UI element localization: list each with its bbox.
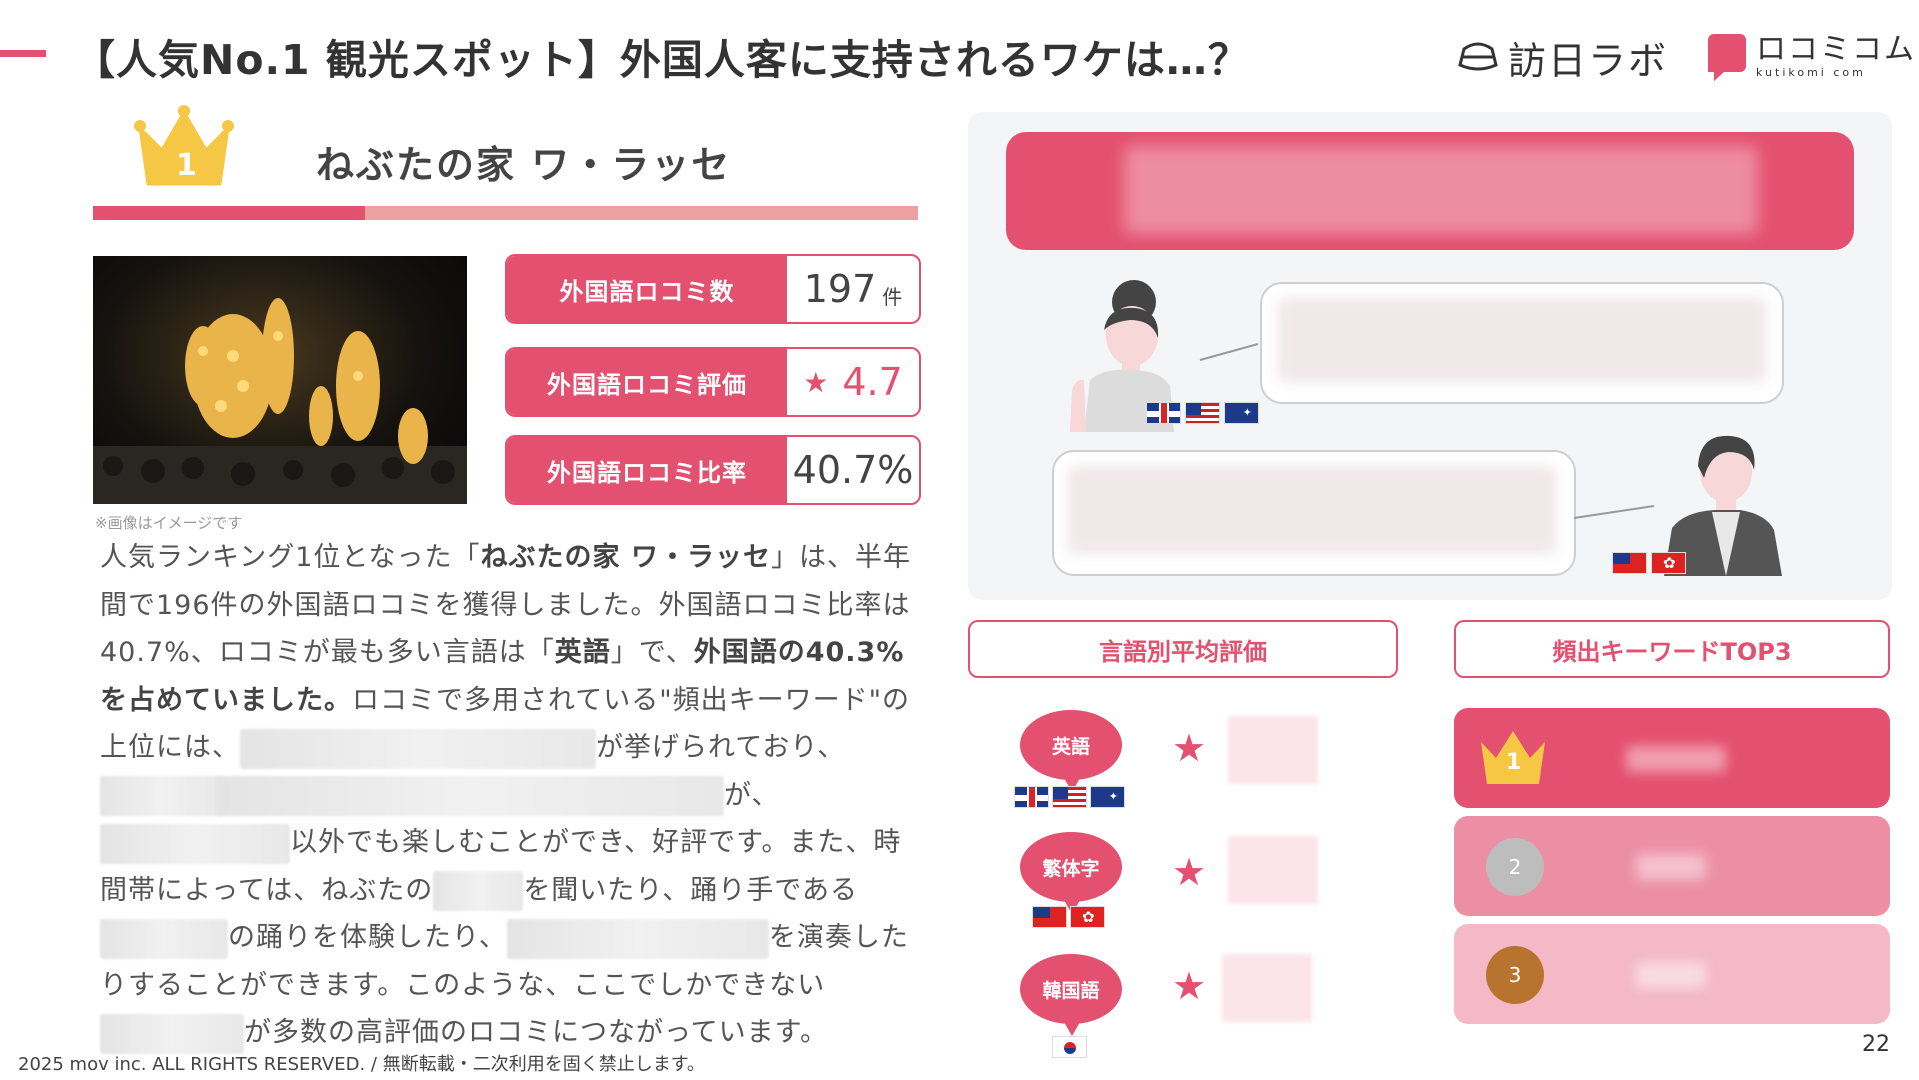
body-text-segment: が挙げられており、: [596, 732, 846, 763]
photo-caption: ※画像はイメージです: [95, 514, 243, 532]
stat-value: 40.7%: [787, 437, 919, 503]
body-text-segment: を聞いたり、踊り手である: [523, 874, 858, 906]
keywords-header: 頻出キーワードTOP3: [1454, 620, 1890, 678]
lang-name: 繁体字: [1042, 857, 1100, 880]
au-flag-icon: [1224, 402, 1259, 424]
kutikomi-com-logo: ロコミコム kutikomi com: [1708, 32, 1916, 81]
lang-bubble-korean: 韓国語: [1020, 954, 1122, 1036]
review-count-unit: 件: [882, 284, 903, 309]
body-text-segment: が多数の高評価のロコミにつながっています。: [244, 1017, 828, 1048]
redacted-text: [433, 871, 524, 911]
silver-medal-icon: 2: [1486, 838, 1544, 896]
crown-icon: 1: [132, 104, 236, 190]
lang-name: 韓国語: [1042, 979, 1100, 1002]
keyword-card-2: 2: [1454, 816, 1890, 916]
stat-value: ★ 4.7: [787, 349, 919, 415]
redacted-text: [100, 823, 290, 864]
flags-english: [1014, 786, 1125, 808]
redacted-banner-text: [1124, 146, 1758, 234]
stat-review-rating: 外国語ロコミ評価 ★ 4.7: [505, 347, 921, 417]
flags-group-english: [1146, 402, 1259, 424]
page-title: 【人気No.1 観光スポット】外国人客に支持されるワケは…？: [74, 36, 1250, 84]
speech-connector: [1199, 343, 1259, 361]
redacted-text: [240, 728, 596, 769]
logo-emblem-icon: [1458, 42, 1498, 71]
uk-flag-icon: [1014, 786, 1049, 808]
star-icon: ★: [1172, 964, 1207, 1008]
flags-group-chinese: [1612, 552, 1686, 574]
redacted-text: [100, 918, 228, 959]
hk-flag-icon: [1651, 552, 1686, 574]
review-count-value: 197: [803, 267, 877, 311]
star-icon: ★: [1172, 726, 1207, 770]
keyword-rank: 2: [1508, 855, 1522, 879]
speech-bubble-icon: [1708, 34, 1746, 81]
us-flag-icon: [1185, 402, 1220, 424]
redacted-keyword: [1636, 962, 1706, 988]
tw-flag-icon: [1032, 906, 1067, 928]
tw-flag-icon: [1612, 552, 1647, 574]
flags-traditional-chinese: [1032, 906, 1105, 928]
lang-bubble-traditional-chinese: 繁体字: [1020, 832, 1122, 914]
rank-underline-accent: [93, 206, 365, 220]
title-accent-bar: [0, 50, 46, 57]
keyword-rank: 3: [1508, 963, 1522, 987]
redacted-text: [100, 776, 224, 816]
stat-value: 197 件: [787, 256, 919, 322]
stat-label: 外国語ロコミ比率: [507, 437, 787, 503]
spot-name: ねぶたの家 ワ・ラッセ: [316, 143, 732, 187]
bronze-medal-icon: 3: [1486, 946, 1544, 1004]
stat-label: 外国語ロコミ数: [507, 256, 787, 322]
lang-name: 英語: [1051, 735, 1090, 758]
kr-flag-icon: [1052, 1036, 1087, 1058]
redacted-review-text: [1278, 298, 1766, 382]
hk-flag-icon: [1070, 906, 1105, 928]
stat-review-count: 外国語ロコミ数 197 件: [505, 254, 921, 324]
lang-rating-header: 言語別平均評価: [968, 620, 1398, 678]
visit-japan-lab-text: 訪日ラボ: [1508, 38, 1669, 83]
redacted-text: [100, 1013, 244, 1054]
star-icon: ★: [1172, 850, 1207, 894]
stat-label: 外国語ロコミ評価: [507, 349, 787, 415]
redacted-score: [1228, 836, 1318, 904]
kutikomi-main-text: ロコミコム: [1756, 32, 1916, 67]
ratio-value: 40.7%: [792, 448, 914, 492]
body-text-segment: 人気ランキング1位となった「: [100, 542, 481, 573]
redacted-score: [1222, 954, 1312, 1022]
body-text-segment: が、: [724, 779, 780, 811]
keyword-card-3: 3: [1454, 924, 1890, 1024]
redacted-text: [216, 776, 724, 816]
flags-korean: [1052, 1036, 1087, 1058]
body-text-bold: 英語: [554, 637, 611, 668]
copyright-footer: 2025 mov inc. ALL RIGHTS RESERVED. / 無断転…: [18, 1054, 705, 1075]
description-paragraph: 人気ランキング1位となった「ねぶたの家 ワ・ラッセ」は、半年間で196件の外国語…: [100, 534, 926, 1057]
kutikomi-sub-text: kutikomi com: [1756, 66, 1866, 79]
star-icon: ★: [803, 365, 829, 399]
us-flag-icon: [1052, 786, 1087, 808]
page-number: 22: [1862, 1032, 1890, 1057]
body-text-segment: の踊りを体験したり、: [228, 922, 507, 953]
body-text-segment: 」で、: [610, 637, 694, 668]
speech-connector: [1573, 505, 1655, 519]
lang-bubble-english: 英語: [1020, 710, 1122, 792]
stat-review-ratio: 外国語ロコミ比率 40.7%: [505, 435, 921, 505]
redacted-score: [1228, 716, 1318, 784]
rank-number: 1: [176, 148, 197, 183]
rating-value: 4.7: [842, 360, 903, 404]
redacted-text: [506, 918, 769, 959]
uk-flag-icon: [1146, 402, 1181, 424]
redacted-keyword: [1626, 746, 1726, 772]
au-flag-icon: [1090, 786, 1125, 808]
redacted-review-text: [1068, 466, 1556, 554]
redacted-keyword: [1636, 854, 1706, 880]
keyword-card-1: 1: [1454, 708, 1890, 808]
visit-japan-lab-logo: 訪日ラボ: [1458, 30, 1668, 84]
keyword-rank: 1: [1506, 750, 1522, 775]
body-text-bold: ねぶたの家 ワ・ラッセ: [480, 542, 771, 573]
nebuta-festival-photo: [93, 256, 467, 504]
